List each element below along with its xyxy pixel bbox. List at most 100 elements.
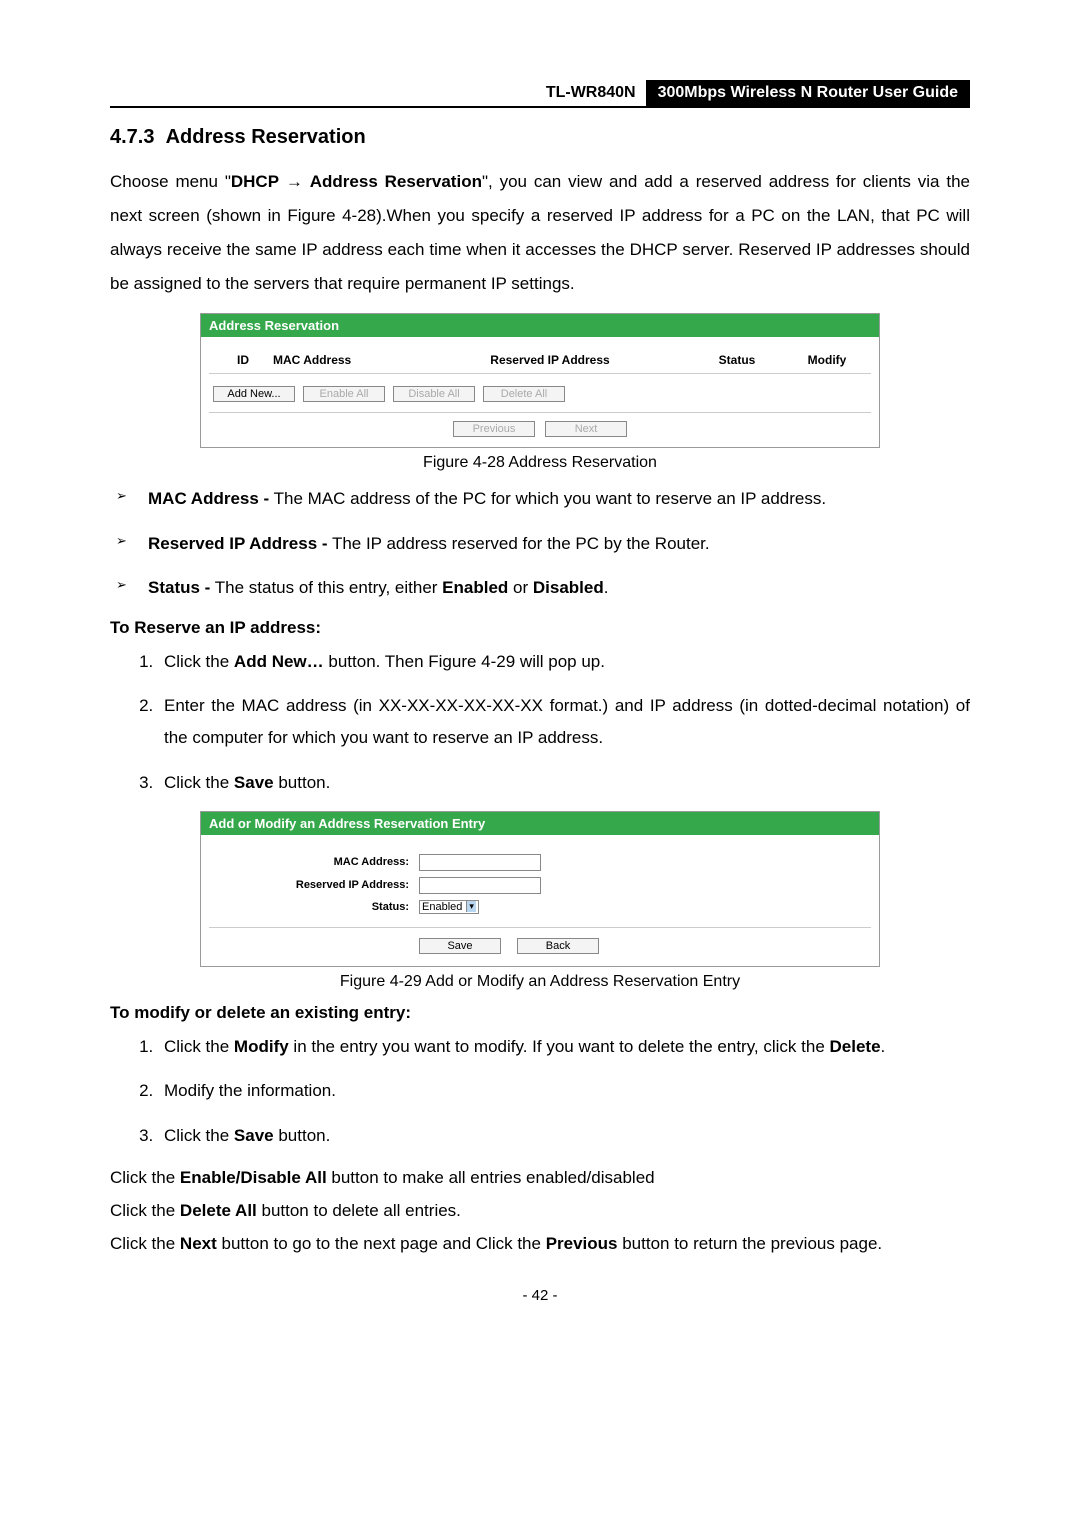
list-item: MAC Address - The MAC address of the PC … (134, 484, 970, 515)
text: The status of this entry, either (210, 578, 442, 597)
text: Click the (164, 652, 234, 671)
menu-address-reservation: Address Reservation (310, 172, 482, 191)
text: Click the (110, 1201, 180, 1220)
col-status: Status (687, 353, 787, 367)
ip-input[interactable] (419, 877, 541, 894)
next-label: Next (180, 1234, 217, 1253)
page-number: - 42 - (110, 1287, 970, 1304)
section-title: Address Reservation (166, 126, 366, 148)
figure-panel-header: Add or Modify an Address Reservation Ent… (201, 812, 879, 835)
status-disabled: Disabled (533, 578, 604, 597)
text: Click the (164, 1037, 234, 1056)
reserve-steps: Click the Add New… button. Then Figure 4… (110, 646, 970, 799)
col-id: ID (213, 353, 273, 367)
list-item: Click the Save button. (158, 767, 970, 799)
chevron-down-icon: ▾ (466, 901, 476, 912)
figure-4-29: Add or Modify an Address Reservation Ent… (200, 811, 880, 967)
back-button[interactable]: Back (517, 938, 599, 954)
col-modify: Modify (787, 353, 867, 367)
section-heading: 4.7.3 Address Reservation (110, 126, 970, 149)
term-mac-address: MAC Address - (148, 489, 269, 508)
text: in the entry you want to modify. If you … (289, 1037, 830, 1056)
text: Choose menu " (110, 172, 231, 191)
list-item: Enter the MAC address (in XX-XX-XX-XX-XX… (158, 690, 970, 755)
text: . (604, 578, 609, 597)
status-label: Status: (209, 901, 419, 913)
enable-disable-all-label: Enable/Disable All (180, 1168, 327, 1187)
list-item: Click the Modify in the entry you want t… (158, 1031, 970, 1063)
text: button to make all entries enabled/disab… (327, 1168, 655, 1187)
figure-4-29-caption: Figure 4-29 Add or Modify an Address Res… (110, 973, 970, 991)
text: Click the (110, 1168, 180, 1187)
header-spacer (110, 80, 536, 106)
list-item: Click the Add New… button. Then Figure 4… (158, 646, 970, 678)
product-model: TL-WR840N (536, 80, 646, 106)
text: Click the (110, 1234, 180, 1253)
delete-all-label: Delete All (180, 1201, 257, 1220)
status-enabled: Enabled (442, 578, 508, 597)
page-header: TL-WR840N 300Mbps Wireless N Router User… (110, 80, 970, 108)
reserve-heading: To Reserve an IP address: (110, 618, 970, 638)
text: button to delete all entries. (257, 1201, 461, 1220)
table-header-row: ID MAC Address Reserved IP Address Statu… (209, 347, 871, 374)
previous-label: Previous (546, 1234, 618, 1253)
arrow-icon: → (279, 172, 310, 191)
menu-dhcp: DHCP (231, 172, 279, 191)
term-status: Status - (148, 578, 210, 597)
document-page: TL-WR840N 300Mbps Wireless N Router User… (0, 0, 1080, 1527)
save-label: Save (234, 773, 274, 792)
list-item: Reserved IP Address - The IP address res… (134, 529, 970, 560)
intro-paragraph: Choose menu "DHCP → Address Reservation"… (110, 165, 970, 301)
term-reserved-ip: Reserved IP Address - (148, 534, 328, 553)
previous-button[interactable]: Previous (453, 421, 535, 437)
modify-label: Modify (234, 1037, 289, 1056)
add-new-button[interactable]: Add New... (213, 386, 295, 402)
text: or (508, 578, 533, 597)
enable-all-button[interactable]: Enable All (303, 386, 385, 402)
footer-line-2: Click the Delete All button to delete al… (110, 1197, 970, 1224)
guide-title: 300Mbps Wireless N Router User Guide (646, 80, 970, 106)
status-value: Enabled (422, 901, 462, 913)
delete-label: Delete (830, 1037, 881, 1056)
list-item: Click the Save button. (158, 1120, 970, 1152)
field-description-list: MAC Address - The MAC address of the PC … (110, 484, 970, 604)
text: button to go to the next page and Click … (217, 1234, 546, 1253)
figure-panel-header: Address Reservation (201, 314, 879, 337)
text: Click the (164, 773, 234, 792)
mac-label: MAC Address: (209, 856, 419, 868)
form-row-ip: Reserved IP Address: (209, 874, 871, 897)
modify-heading: To modify or delete an existing entry: (110, 1003, 970, 1023)
save-label: Save (234, 1126, 274, 1145)
section-number: 4.7.3 (110, 126, 154, 148)
form-row-status: Status: Enabled ▾ (209, 897, 871, 917)
delete-all-button[interactable]: Delete All (483, 386, 565, 402)
figure-4-28-caption: Figure 4-28 Address Reservation (110, 454, 970, 472)
save-button[interactable]: Save (419, 938, 501, 954)
list-item: Modify the information. (158, 1075, 970, 1107)
text: Click the (164, 1126, 234, 1145)
add-new-label: Add New… (234, 652, 324, 671)
form-row-mac: MAC Address: (209, 851, 871, 874)
next-button[interactable]: Next (545, 421, 627, 437)
disable-all-button[interactable]: Disable All (393, 386, 475, 402)
mac-input[interactable] (419, 854, 541, 871)
figure-content: MAC Address: Reserved IP Address: Status… (201, 835, 879, 966)
col-ip: Reserved IP Address (413, 353, 687, 367)
figure-4-28: Address Reservation ID MAC Address Reser… (200, 313, 880, 448)
col-mac: MAC Address (273, 353, 413, 367)
figure-content: ID MAC Address Reserved IP Address Statu… (201, 337, 879, 447)
status-select[interactable]: Enabled ▾ (419, 900, 479, 914)
button-row: Add New... Enable All Disable All Delete… (209, 382, 871, 413)
form-actions: Save Back (209, 927, 871, 960)
footer-line-1: Click the Enable/Disable All button to m… (110, 1164, 970, 1191)
text: button. (274, 773, 331, 792)
ip-label: Reserved IP Address: (209, 879, 419, 891)
text: button. Then Figure 4-29 will pop up. (324, 652, 605, 671)
modify-steps: Click the Modify in the entry you want t… (110, 1031, 970, 1152)
text: . (881, 1037, 886, 1056)
text: button to return the previous page. (618, 1234, 883, 1253)
text: button. (274, 1126, 331, 1145)
pager-row: Previous Next (209, 413, 871, 441)
footer-line-3: Click the Next button to go to the next … (110, 1230, 970, 1257)
text: The IP address reserved for the PC by th… (328, 534, 710, 553)
